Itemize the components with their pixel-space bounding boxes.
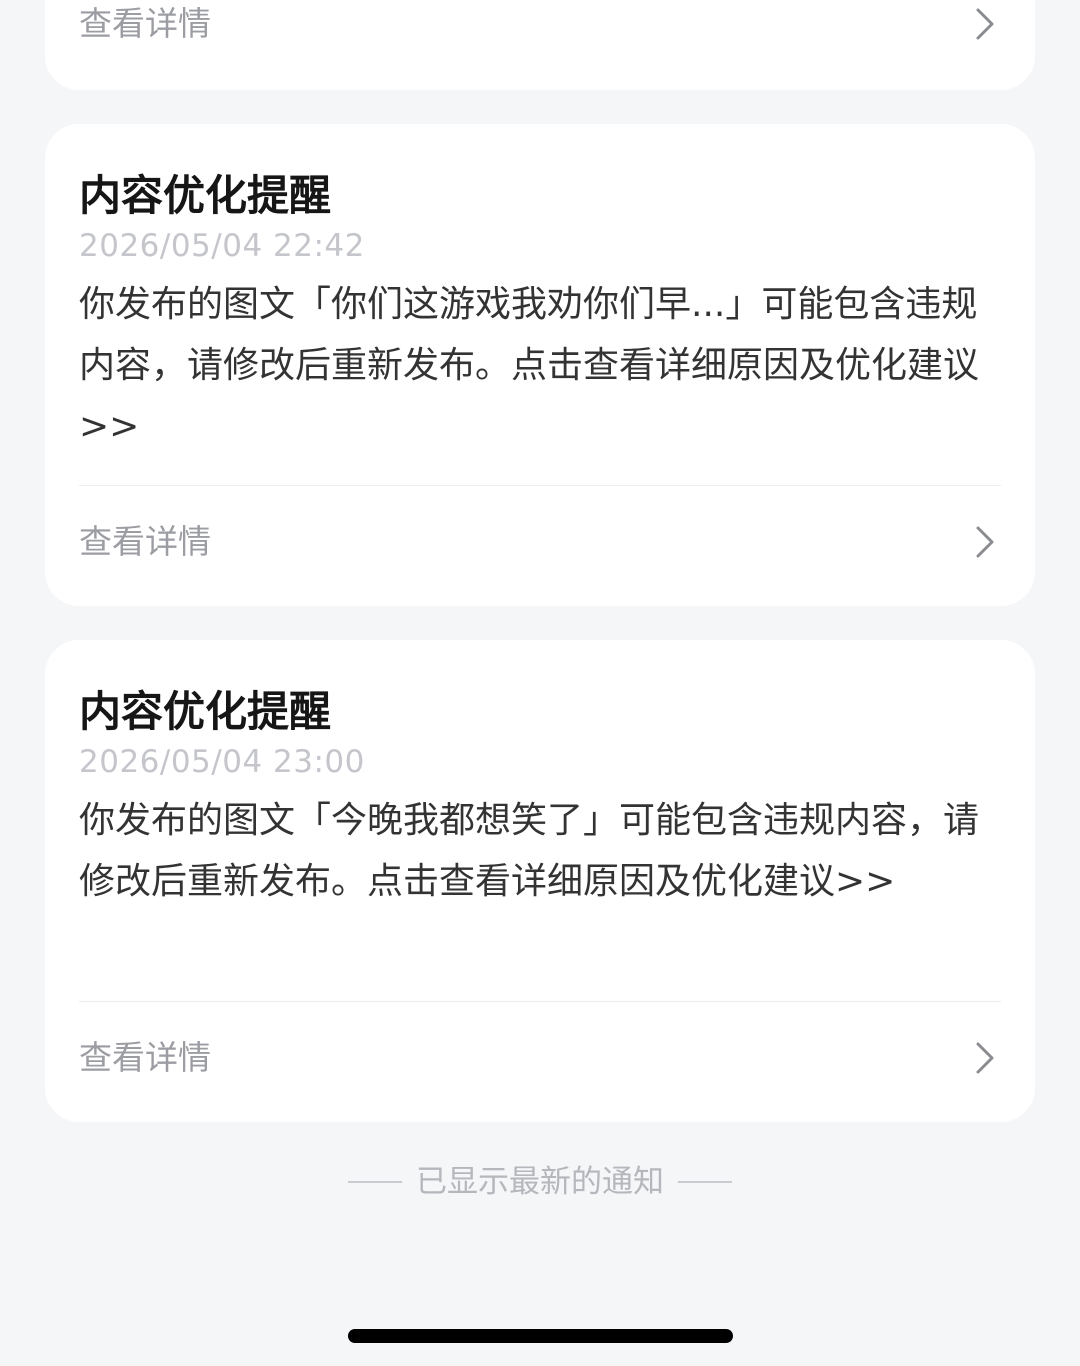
- end-of-list-text: 已显示最新的通知: [416, 1164, 664, 1200]
- view-details-row[interactable]: 查看详情: [45, 0, 1035, 58]
- notification-title: 内容优化提醒: [79, 171, 332, 220]
- view-details-row[interactable]: 查看详情: [45, 506, 1035, 576]
- chevron-right-icon: [976, 1042, 994, 1074]
- footer-divider-left: [348, 1181, 402, 1183]
- home-indicator[interactable]: [348, 1329, 733, 1343]
- divider: [79, 1001, 1001, 1002]
- divider: [79, 485, 1001, 486]
- notification-title: 内容优化提醒: [79, 687, 332, 736]
- notification-card[interactable]: 内容优化提醒 2026/05/04 22:42 你发布的图文「你们这游戏我劝你们…: [45, 124, 1035, 606]
- view-details-row[interactable]: 查看详情: [45, 1022, 1035, 1092]
- view-details-label: 查看详情: [79, 4, 211, 43]
- chevron-right-icon: [976, 8, 994, 40]
- end-of-list-note: 已显示最新的通知: [0, 1160, 1080, 1204]
- notification-body[interactable]: 你发布的图文「今晚我都想笑了」可能包含违规内容，请修改后重新发布。点击查看详细原…: [79, 790, 999, 912]
- footer-divider-right: [678, 1181, 732, 1183]
- chevron-right-icon: [976, 526, 994, 558]
- view-details-label: 查看详情: [79, 1038, 211, 1077]
- notification-card: 查看详情: [45, 0, 1035, 90]
- notification-card[interactable]: 内容优化提醒 2026/05/04 23:00 你发布的图文「今晚我都想笑了」可…: [45, 640, 1035, 1122]
- notification-timestamp: 2026/05/04 23:00: [79, 744, 365, 780]
- notification-body[interactable]: 你发布的图文「你们这游戏我劝你们早...」可能包含违规内容，请修改后重新发布。点…: [79, 274, 999, 457]
- view-details-label: 查看详情: [79, 522, 211, 561]
- notification-timestamp: 2026/05/04 22:42: [79, 228, 365, 264]
